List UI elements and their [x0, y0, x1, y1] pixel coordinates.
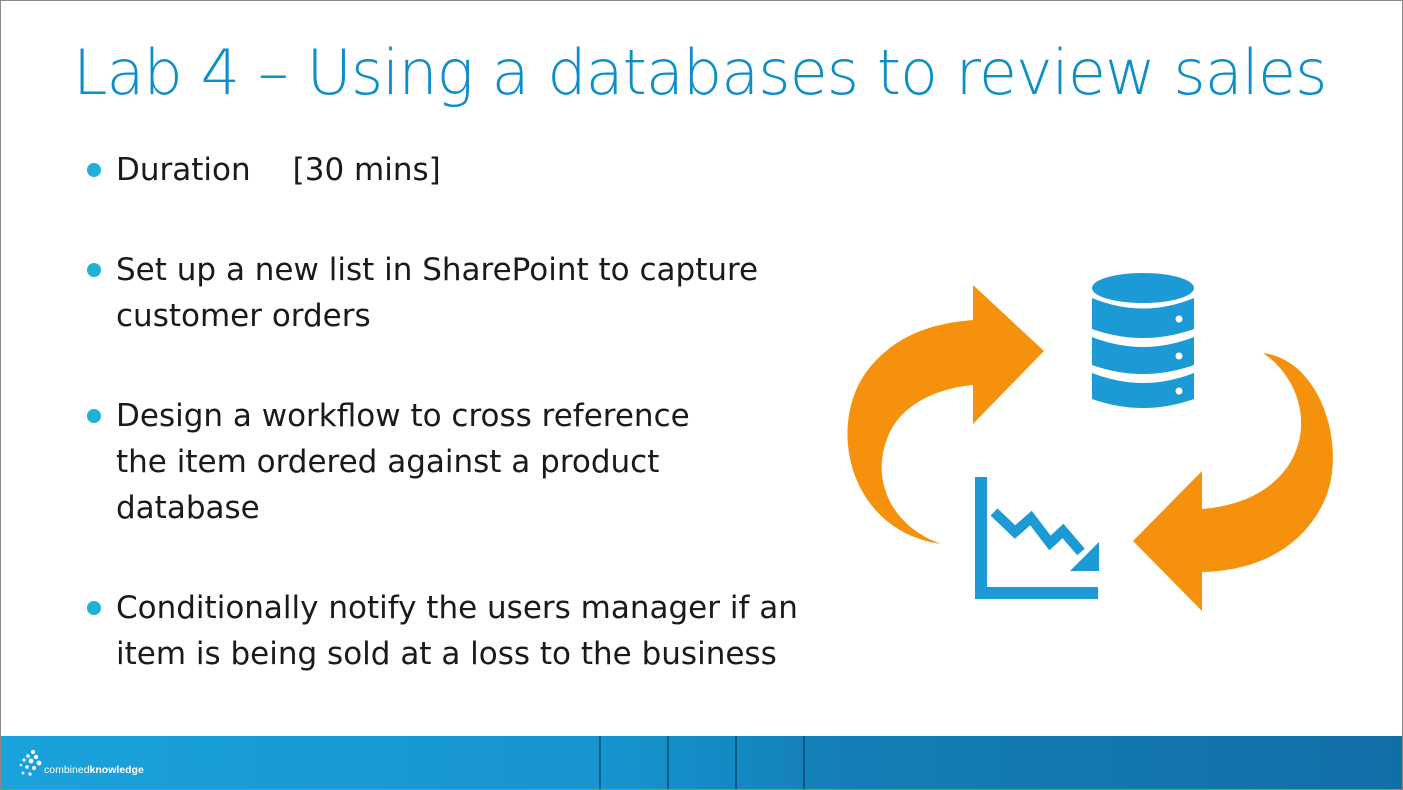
bullet-text: Conditionally notify the users manager i… [116, 590, 798, 672]
logo-dots-icon [19, 750, 42, 776]
bullet-dot-icon [87, 163, 101, 177]
logo-text-bold: knowledge [89, 763, 144, 776]
database-icon [1092, 273, 1194, 408]
logo-wordmark: combinedknowledge [44, 765, 144, 776]
footer-divider [735, 736, 737, 789]
bullet-setup-list: Set up a new list in SharePoint to captu… [87, 247, 827, 339]
footer-divider [803, 736, 805, 789]
slide-title: Lab 4 – Using a databases to review sale… [73, 36, 1327, 109]
footer-bar: combinedknowledge [1, 736, 1402, 789]
database-cycle-graphic [847, 273, 1333, 611]
declining-chart-icon [975, 477, 1099, 599]
company-logo: combinedknowledge [19, 746, 144, 780]
logo-text-light: combined [44, 763, 90, 776]
bullet-text: Design a workflow to cross reference the… [116, 398, 690, 526]
bullet-notify-manager: Conditionally notify the users manager i… [87, 585, 827, 677]
slide: Lab 4 – Using a databases to review sale… [0, 0, 1403, 790]
bullet-design-workflow: Design a workflow to cross reference the… [87, 393, 827, 531]
bullet-list: Duration [30 mins] Set up a new list in S… [87, 147, 827, 677]
bullet-dot-icon [87, 601, 101, 615]
bullet-duration: Duration [30 mins] [87, 147, 827, 193]
bullet-dot-icon [87, 263, 101, 277]
footer-divider [667, 736, 669, 789]
footer-divider [599, 736, 601, 789]
duration-label: Duration [116, 152, 251, 188]
bullet-dot-icon [87, 409, 101, 423]
circular-arrow-icon [847, 285, 1044, 544]
duration-value: [30 mins] [292, 152, 441, 188]
bullet-text: Set up a new list in SharePoint to captu… [116, 252, 759, 334]
